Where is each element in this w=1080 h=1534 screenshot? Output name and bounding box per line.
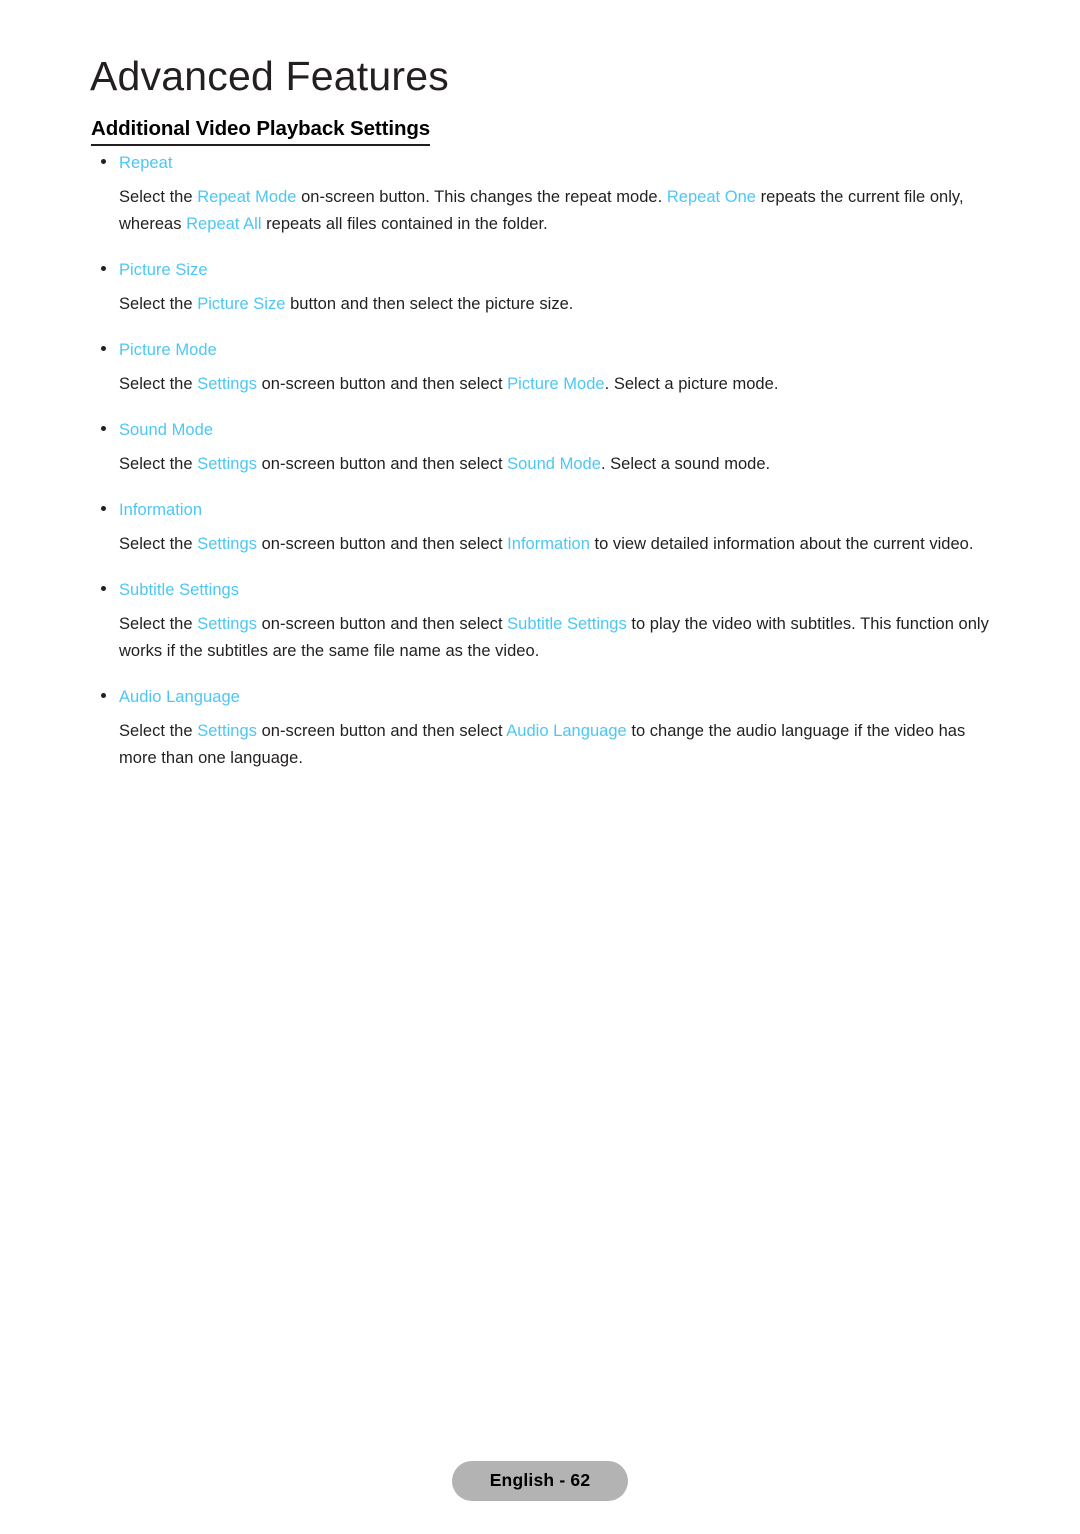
settings-entry: Information Select the Settings on-screen… — [0, 499, 1080, 579]
setting-description: Select the Settings on-screen button and… — [119, 718, 991, 772]
ui-term-highlight: Information — [507, 535, 590, 553]
bullet-row: Subtitle Settings — [0, 579, 1080, 601]
settings-entry: Sound Mode Select the Settings on-screen … — [0, 419, 1080, 499]
ui-term-highlight: Subtitle Settings — [507, 615, 627, 633]
settings-entry: Repeat Select the Repeat Mode on-screen b… — [0, 152, 1080, 259]
ui-term-highlight: Settings — [197, 455, 257, 473]
bullet-row: Picture Size — [0, 259, 1080, 281]
document-page: Advanced Features Additional Video Playb… — [0, 0, 1080, 1534]
description-text: Select the — [119, 722, 198, 740]
setting-description: Select the Settings on-screen button and… — [119, 611, 991, 665]
setting-name-label: Repeat — [119, 154, 173, 172]
setting-description: Select the Settings on-screen button and… — [119, 371, 991, 398]
description-text: on-screen button and then select — [256, 722, 507, 740]
ui-term-highlight: Picture Mode — [507, 375, 605, 393]
setting-name-label: Subtitle Settings — [119, 581, 240, 599]
section-heading: Additional Video Playback Settings — [91, 117, 430, 146]
ui-term-highlight: Audio Language — [506, 722, 627, 740]
ui-term-highlight: Picture Size — [197, 295, 286, 313]
bullet-row: Repeat — [0, 152, 1080, 174]
setting-description: Select the Picture Size button and then … — [119, 291, 991, 318]
bullet-point-icon — [101, 159, 106, 164]
setting-description: Select the Repeat Mode on-screen button.… — [119, 184, 991, 238]
setting-name-label: Picture Size — [119, 261, 208, 279]
bullet-point-icon — [101, 506, 106, 511]
description-text: Select the — [119, 615, 198, 633]
settings-entry: Audio Language Select the Settings on-scr… — [0, 686, 1080, 772]
setting-name-label: Audio Language — [119, 688, 240, 706]
page-number-badge: English - 62 — [452, 1461, 628, 1501]
description-text: Select the — [119, 535, 198, 553]
bullet-point-icon — [101, 586, 106, 591]
setting-name-label: Sound Mode — [119, 421, 214, 439]
ui-term-highlight: Settings — [197, 375, 257, 393]
settings-entry: Picture Mode Select the Settings on-scree… — [0, 339, 1080, 419]
description-text: on-screen button and then select — [256, 615, 508, 633]
ui-term-highlight: Settings — [197, 615, 257, 633]
ui-term-highlight: Settings — [197, 535, 257, 553]
bullet-row: Information — [0, 499, 1080, 521]
bullet-row: Sound Mode — [0, 419, 1080, 441]
description-text: on-screen button and then select — [256, 455, 508, 473]
bullet-point-icon — [101, 693, 106, 698]
description-text: Select the — [119, 455, 198, 473]
settings-entry: Picture Size Select the Picture Size butt… — [0, 259, 1080, 339]
content-body: Repeat Select the Repeat Mode on-screen b… — [0, 152, 1080, 772]
description-text: . Select a picture mode. — [604, 375, 779, 393]
description-text: on-screen button. This changes the repea… — [296, 188, 667, 206]
description-text: Select the — [119, 295, 198, 313]
settings-entry: Subtitle Settings Select the Settings on-… — [0, 579, 1080, 686]
bullet-row: Picture Mode — [0, 339, 1080, 361]
description-text: Select the — [119, 375, 198, 393]
chapter-title: Advanced Features — [90, 53, 449, 99]
ui-term-highlight: Sound Mode — [507, 455, 601, 473]
ui-term-highlight: Settings — [197, 722, 257, 740]
description-text: button and then select the picture size. — [285, 295, 574, 313]
ui-term-highlight: Repeat All — [186, 215, 262, 233]
description-text: repeats all files contained in the folde… — [261, 215, 548, 233]
page-footer: English - 62 — [0, 1461, 1080, 1501]
bullet-point-icon — [101, 426, 106, 431]
bullet-point-icon — [101, 266, 106, 271]
description-text: . Select a sound mode. — [600, 455, 771, 473]
ui-term-highlight: Repeat One — [666, 188, 756, 206]
description-text: to view detailed information about the c… — [589, 535, 974, 553]
description-text: Select the — [119, 188, 198, 206]
bullet-point-icon — [101, 346, 106, 351]
description-text: on-screen button and then select — [256, 375, 508, 393]
ui-term-highlight: Repeat Mode — [197, 188, 297, 206]
description-text: on-screen button and then select — [256, 535, 508, 553]
setting-description: Select the Settings on-screen button and… — [119, 451, 991, 478]
bullet-row: Audio Language — [0, 686, 1080, 708]
setting-name-label: Picture Mode — [119, 341, 217, 359]
setting-description: Select the Settings on-screen button and… — [119, 531, 991, 558]
setting-name-label: Information — [119, 501, 203, 519]
